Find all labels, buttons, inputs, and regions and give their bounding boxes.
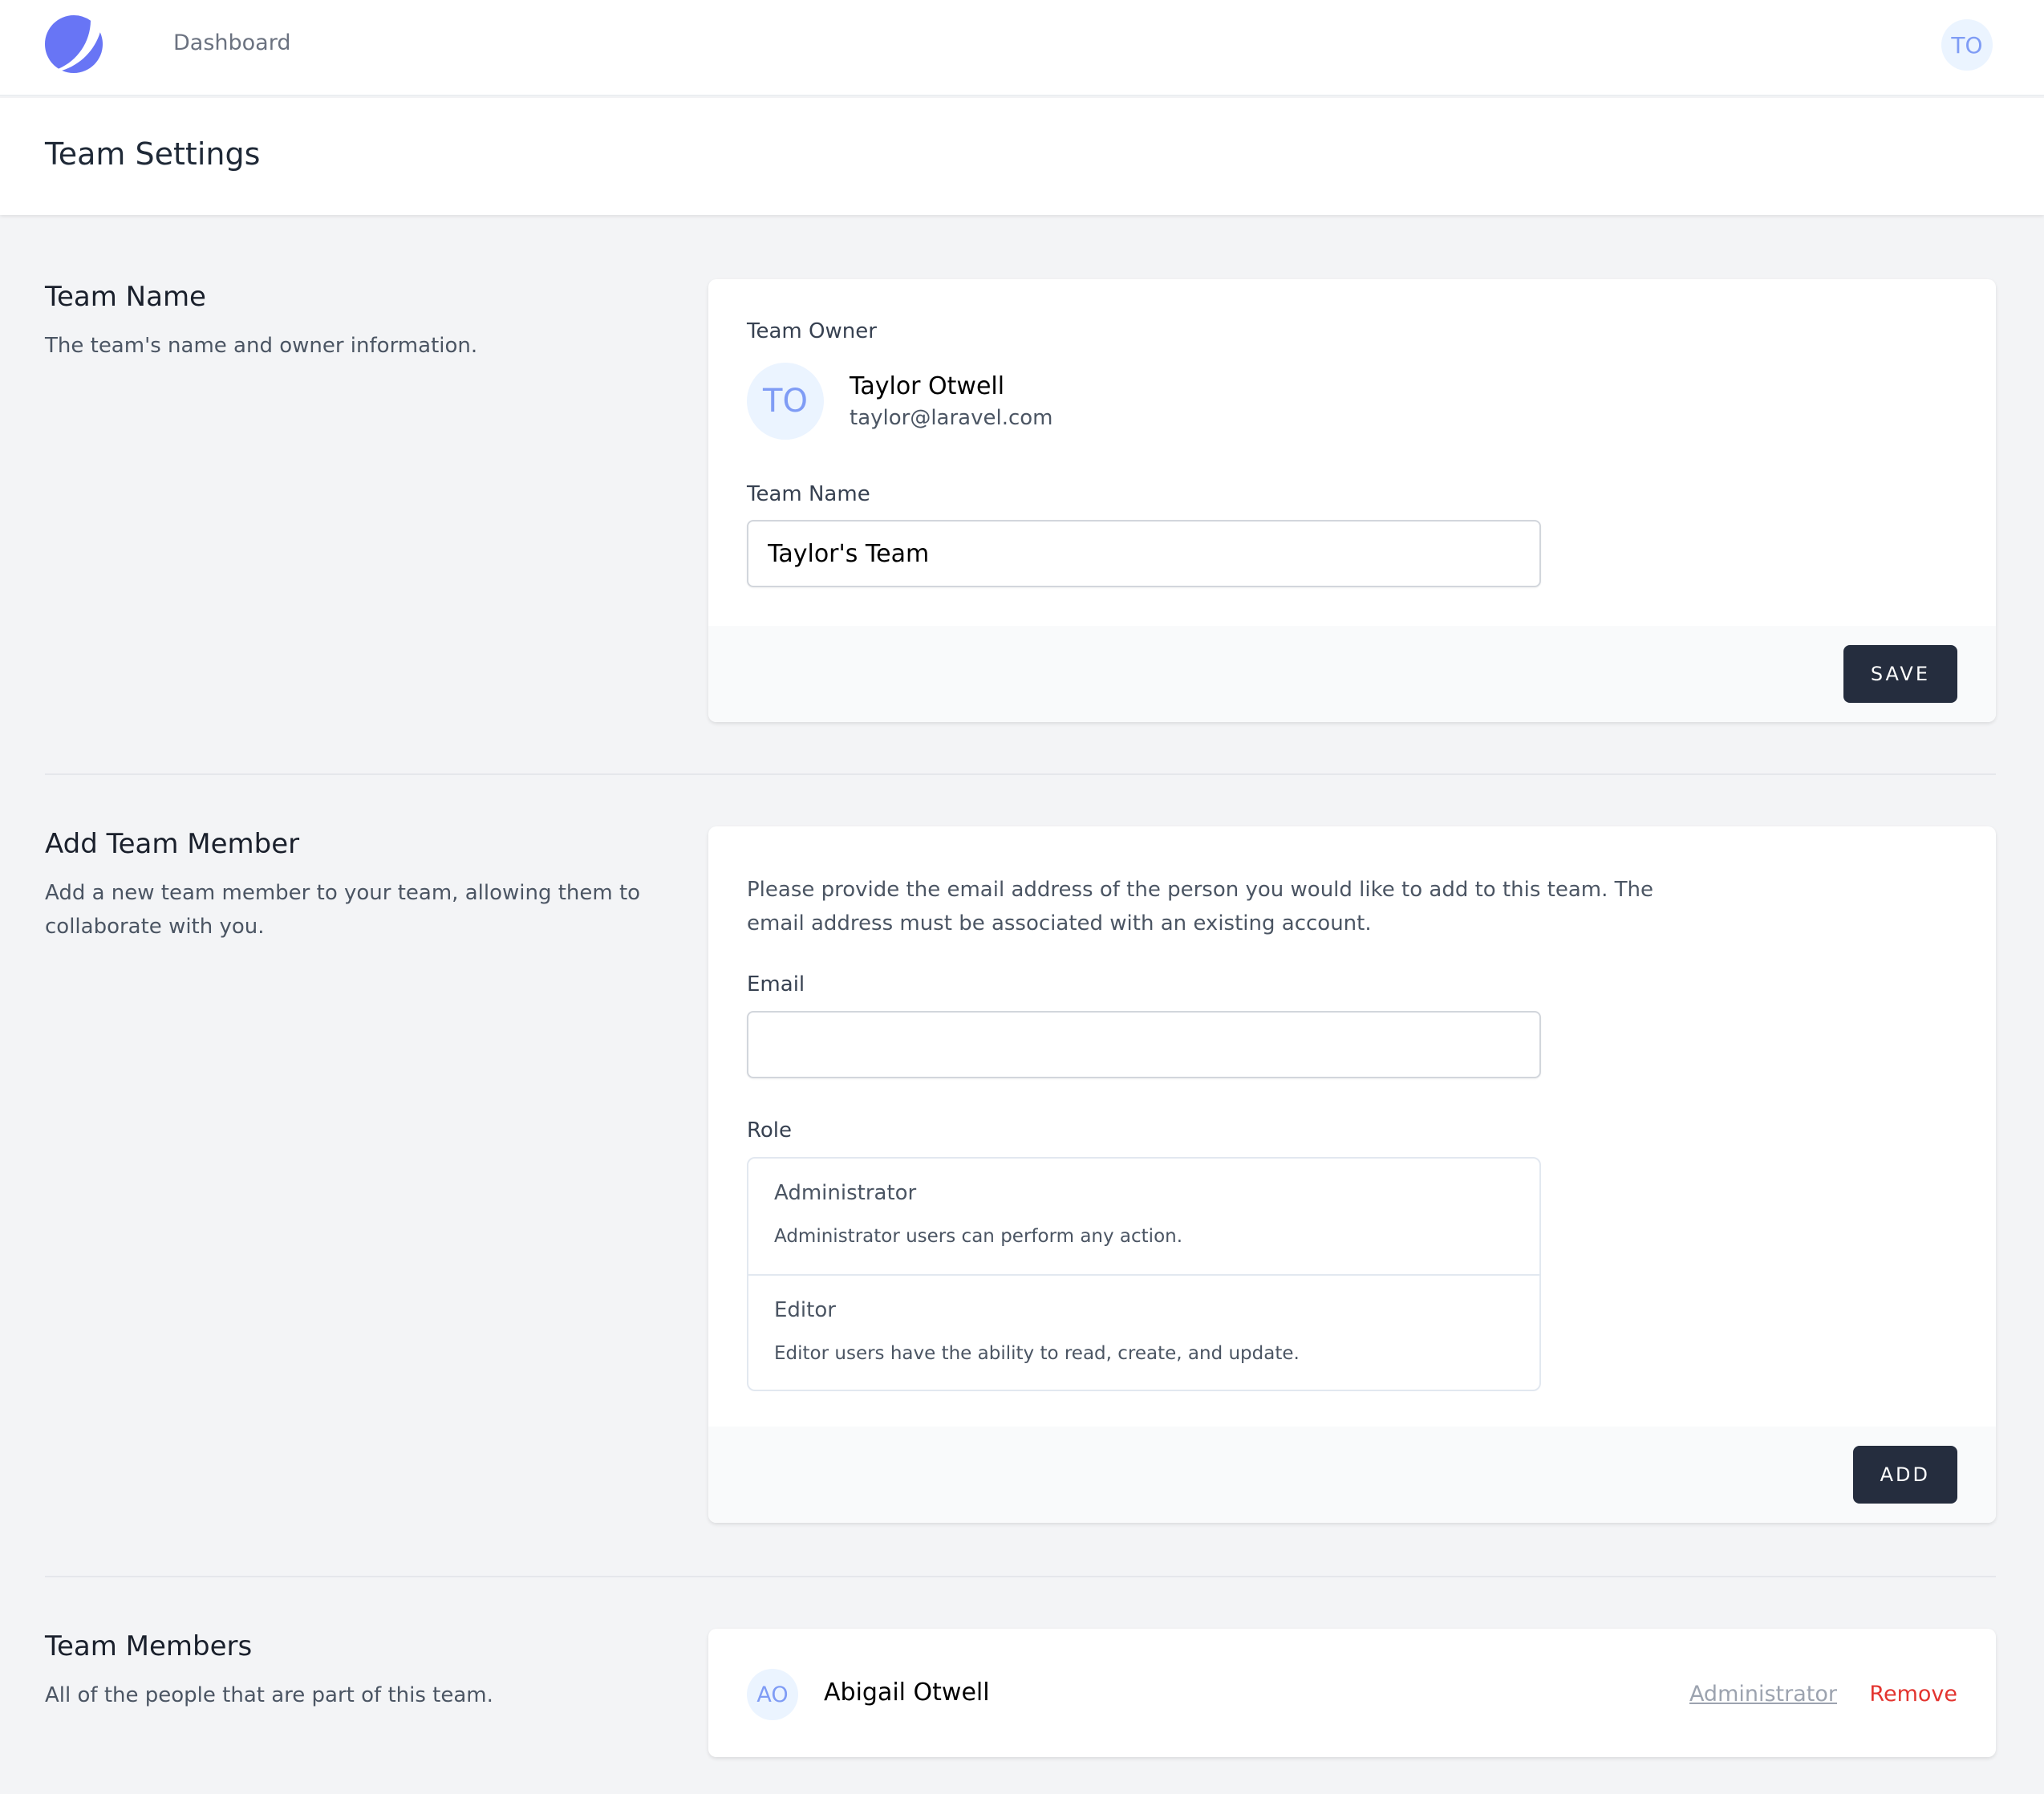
member-role-button[interactable]: Administrator: [1689, 1682, 1837, 1707]
role-description: Editor users have the ability to read, c…: [774, 1343, 1300, 1364]
role-option-administrator[interactable]: Administrator Administrator users can pe…: [748, 1159, 1539, 1274]
page-header: Team Settings: [0, 98, 2044, 215]
member-name: Abigail Otwell: [824, 1678, 990, 1707]
role-option-editor[interactable]: Editor Editor users have the ability to …: [748, 1274, 1539, 1390]
team-name-section-info: Team Name The team's name and owner info…: [45, 281, 655, 363]
section-description: Add a new team member to your team, allo…: [45, 881, 641, 939]
page-title: Team Settings: [45, 136, 261, 172]
team-name-label: Team Name: [747, 482, 870, 506]
add-member-info-text: Please provide the email address of the …: [747, 878, 1653, 936]
section-title: Team Members: [45, 1630, 253, 1662]
team-members-section-info: Team Members All of the people that are …: [45, 1630, 655, 1712]
card-footer: SAVE: [708, 626, 1996, 722]
add-member-card: Please provide the email address of the …: [708, 826, 1996, 1523]
email-input[interactable]: [747, 1011, 1541, 1078]
section-divider: [45, 1576, 1996, 1577]
nav-link-dashboard[interactable]: Dashboard: [173, 30, 290, 55]
owner-avatar: TO: [747, 363, 824, 440]
section-title: Add Team Member: [45, 828, 300, 860]
team-owner-label: Team Owner: [747, 319, 877, 343]
add-member-section-info: Add Team Member Add a new team member to…: [45, 828, 655, 944]
app-logo-icon[interactable]: [45, 15, 103, 73]
section-description: The team's name and owner information.: [45, 334, 478, 358]
owner-name: Taylor Otwell: [850, 372, 1005, 400]
team-name-card: Team Owner TO Taylor Otwell taylor@larav…: [708, 279, 1996, 722]
member-row: AO Abigail Otwell Administrator Remove: [747, 1669, 1957, 1720]
role-name: Editor: [774, 1298, 836, 1322]
user-menu-avatar[interactable]: TO: [1941, 19, 1993, 71]
section-description: All of the people that are part of this …: [45, 1683, 493, 1707]
section-title: Team Name: [45, 281, 206, 313]
owner-email: taylor@laravel.com: [850, 406, 1053, 430]
team-members-card: AO Abigail Otwell Administrator Remove: [708, 1629, 1996, 1757]
top-navbar: Dashboard TO: [0, 0, 2044, 96]
role-description: Administrator users can perform any acti…: [774, 1226, 1183, 1247]
role-selector: Administrator Administrator users can pe…: [747, 1157, 1541, 1391]
add-button[interactable]: ADD: [1852, 1446, 1957, 1504]
card-footer: ADD: [708, 1427, 1996, 1523]
remove-member-button[interactable]: Remove: [1869, 1682, 1957, 1707]
member-avatar: AO: [747, 1669, 798, 1720]
role-label: Role: [747, 1118, 793, 1143]
team-name-input[interactable]: [747, 520, 1541, 587]
section-divider: [45, 773, 1996, 775]
role-name: Administrator: [774, 1181, 917, 1205]
email-label: Email: [747, 972, 805, 996]
save-button[interactable]: SAVE: [1843, 645, 1957, 703]
